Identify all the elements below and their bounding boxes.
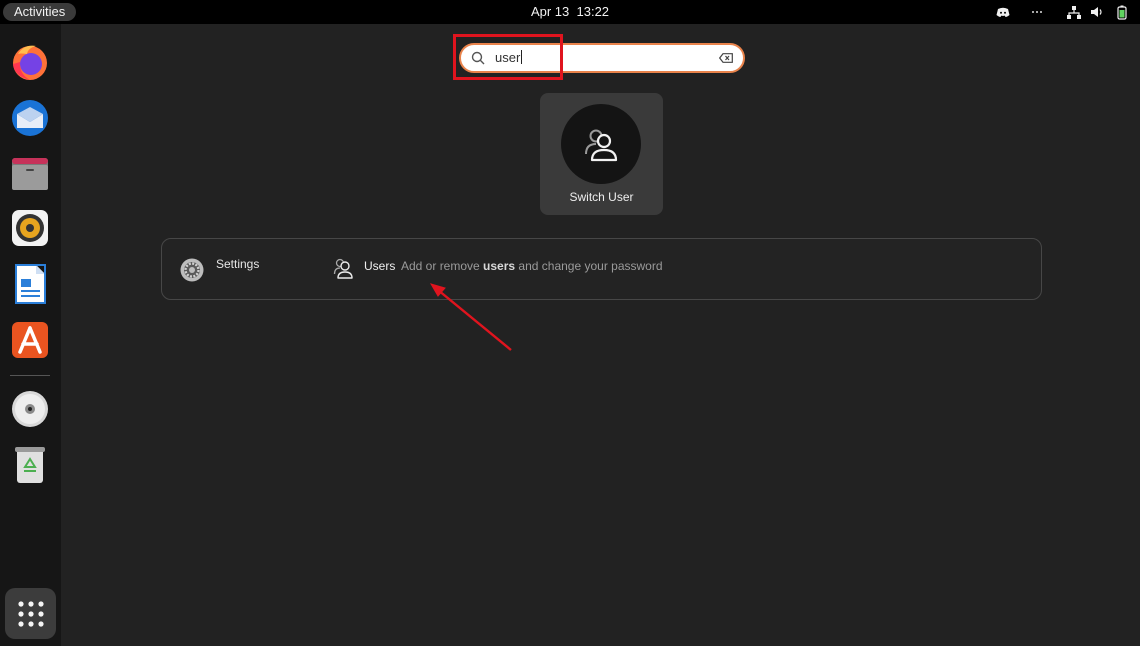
app-center-icon[interactable] [9,319,51,361]
trash-icon[interactable] [9,444,51,486]
rhythmbox-icon[interactable] [9,207,51,249]
users-result-title[interactable]: Users [364,259,395,273]
settings-search-results: Settings Users Add or remove users and c… [161,238,1042,300]
annotation-highlight-box [453,34,563,80]
clock[interactable]: Apr 13 13:22 [0,0,1140,24]
dock [0,24,61,646]
settings-provider-label: Settings [216,257,260,271]
users-icon[interactable] [333,257,355,279]
clock-time[interactable]: 13:22 [577,4,610,19]
grid-icon [17,600,44,627]
desc-prefix: Add or remove [401,259,484,273]
battery-icon[interactable] [1115,4,1129,20]
firefox-icon[interactable] [9,41,51,83]
top-bar: Activities Apr 13 13:22 [0,0,1140,24]
users-result-description: Add or remove users and change your pass… [401,259,663,273]
switch-user-result[interactable]: Switch User [540,93,663,215]
settings-gear-icon [180,258,204,282]
switch-user-label: Switch User [569,190,634,204]
switch-user-icon [561,104,641,184]
show-applications-button[interactable] [5,588,56,639]
disc-icon[interactable] [9,388,51,430]
clear-search-icon[interactable] [719,53,733,63]
libreoffice-writer-icon[interactable] [9,263,51,305]
desc-suffix: and change your password [515,259,663,273]
more-icon[interactable] [1030,4,1044,20]
volume-icon[interactable] [1089,4,1105,20]
files-icon[interactable] [9,153,51,195]
activities-button[interactable]: Activities [3,3,77,21]
thunderbird-icon[interactable] [9,97,51,139]
desc-match-highlight: users [483,259,516,273]
network-icon[interactable] [1066,4,1082,20]
dock-separator [10,375,50,376]
discord-icon[interactable] [995,4,1011,20]
clock-date[interactable]: Apr 13 [531,4,569,19]
